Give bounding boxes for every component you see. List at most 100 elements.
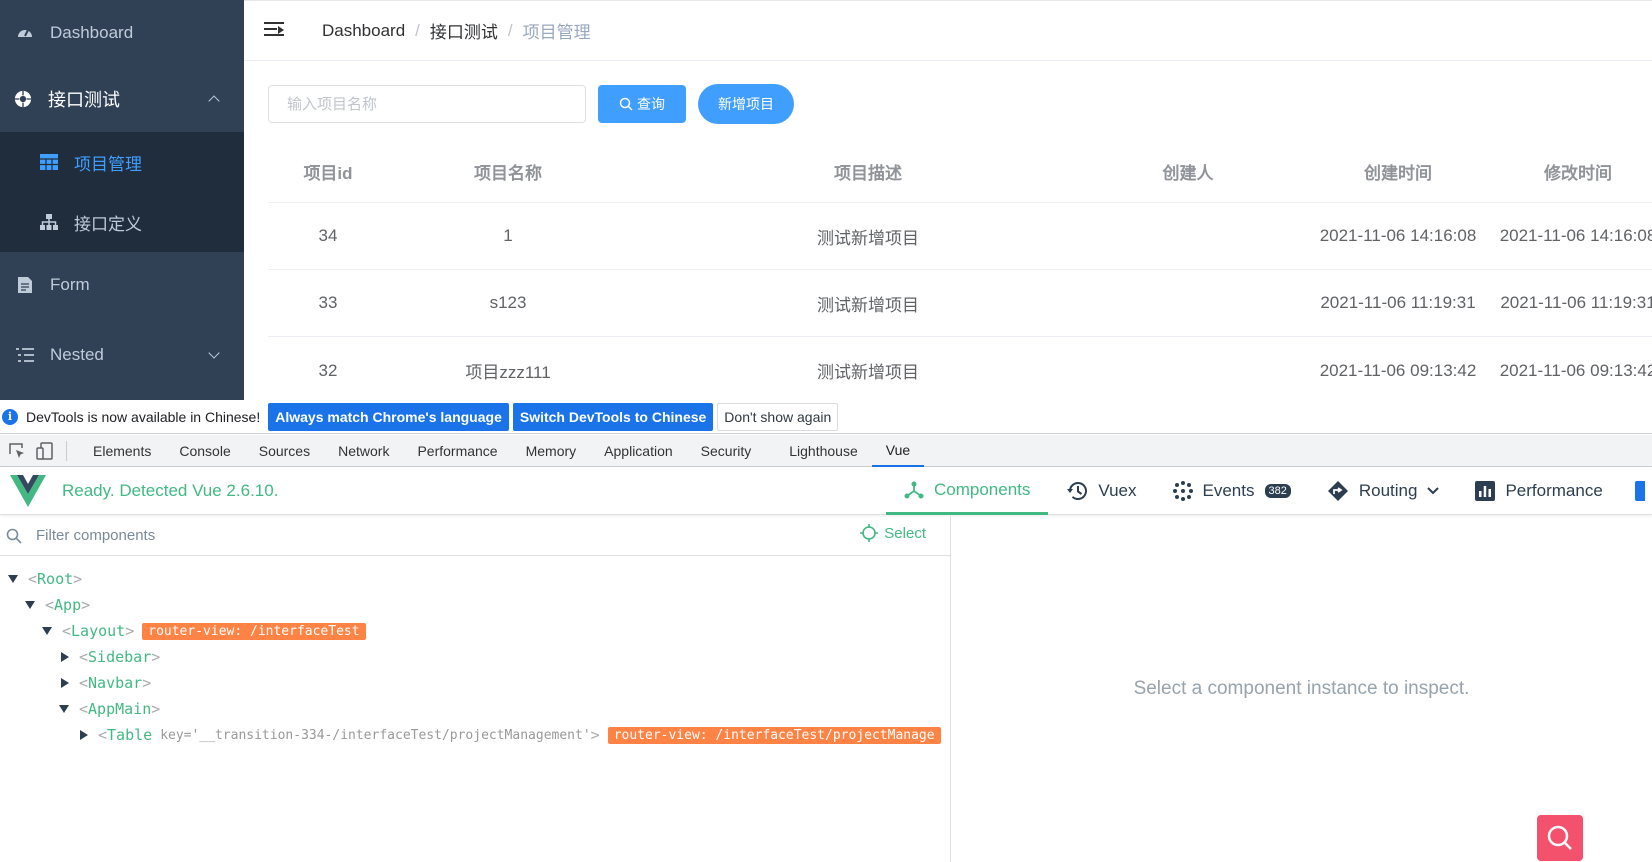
breadcrumb-separator: / (507, 20, 513, 40)
cell-id: 32 (318, 360, 338, 380)
floating-search-button[interactable] (1537, 815, 1583, 861)
vue-tab-performance[interactable]: Performance (1457, 467, 1620, 515)
tree-node-layout[interactable]: < Layout > router-view: /interfaceTest (0, 618, 950, 644)
sidebar-item-project-management[interactable]: 项目管理 (0, 132, 244, 192)
sidebar-item-label: 项目管理 (74, 154, 142, 174)
sidebar-item-interface-test[interactable]: 接口测试 (0, 66, 244, 132)
tree-node-root[interactable]: < Root > (0, 566, 950, 592)
expand-toggle-icon[interactable] (80, 730, 88, 740)
vue-tab-label: Vuex (1098, 481, 1137, 500)
tree-node-navbar[interactable]: < Navbar > (0, 670, 950, 696)
history-icon (1067, 482, 1088, 500)
events-icon (1172, 481, 1193, 501)
settings-icon (1634, 481, 1645, 501)
devtools-language-infobar: i DevTools is now available in Chinese! … (0, 400, 1652, 434)
expand-toggle-icon[interactable] (8, 575, 18, 583)
cell-description: 测试新增项目 (817, 363, 919, 382)
table-row[interactable]: 33 s123 测试新增项目 2021-11-06 11:19:31 2021-… (268, 270, 1652, 337)
project-name-search-input[interactable] (268, 85, 586, 123)
tab-lighthouse[interactable]: Lighthouse (775, 435, 872, 467)
search-icon (1547, 825, 1572, 850)
vue-tab-settings[interactable] (1621, 467, 1645, 515)
expand-toggle-icon[interactable] (25, 601, 35, 609)
tree-node-app[interactable]: < App > (0, 592, 950, 618)
routing-icon (1327, 481, 1348, 501)
expand-toggle-icon[interactable] (42, 627, 52, 635)
hamburger-icon[interactable] (264, 21, 284, 40)
app-window: Dashboard 接口测试 项目管理 接口定义 Form Nested Das… (0, 0, 1652, 400)
filter-bar: Select (0, 516, 950, 556)
vue-tab-routing[interactable]: Routing (1309, 467, 1458, 515)
column-header-created-time: 创建时间 (1364, 164, 1432, 183)
component-tree: < Root > < App > < Layout > router-view: /inte… (0, 566, 950, 748)
select-label: Select (884, 524, 926, 542)
sidebar-item-nested[interactable]: Nested (0, 322, 244, 388)
expand-toggle-icon[interactable] (61, 678, 69, 688)
breadcrumb-item-dashboard[interactable]: Dashboard (322, 21, 405, 41)
component-key-attr: key='__transition-334-/interfaceTest/pro… (160, 727, 591, 743)
search-icon (6, 528, 22, 544)
dont-show-again-button[interactable]: Don't show again (717, 402, 839, 431)
cell-creator (1068, 270, 1308, 336)
tree-structure-icon (40, 213, 58, 231)
navbar: Dashboard / 接口测试 / 项目管理 (244, 1, 1652, 61)
tree-node-appmain[interactable]: < AppMain > (0, 696, 950, 722)
sidebar-item-form[interactable]: Form (0, 252, 244, 318)
tab-vue[interactable]: Vue (871, 435, 925, 467)
crosshair-icon (860, 524, 879, 542)
cell-name: s123 (489, 293, 527, 312)
tab-sources[interactable]: Sources (245, 435, 324, 467)
cell-modified-time: 2021-11-06 09:13:42 (1499, 360, 1652, 380)
add-project-button[interactable]: 新增项目 (698, 84, 794, 124)
table-row[interactable]: 32 项目zzz111 测试新增项目 2021-11-06 09:13:42 2… (268, 337, 1652, 404)
column-header-name: 项目名称 (474, 164, 542, 183)
vue-tab-components[interactable]: Components (886, 467, 1049, 515)
tree-node-table[interactable]: < Table key='__transition-334-/interfaceT… (0, 722, 945, 748)
expand-toggle-icon[interactable] (59, 705, 69, 713)
sidebar-item-dashboard[interactable]: Dashboard (0, 0, 244, 66)
chevron-down-icon (208, 347, 220, 359)
tab-network[interactable]: Network (324, 435, 403, 467)
tab-security[interactable]: Security (687, 435, 766, 467)
breadcrumb-item-interface-test[interactable]: 接口测试 (430, 18, 498, 43)
inspect-element-icon[interactable] (6, 441, 28, 461)
devtools-tabbar: Elements Console Sources Network Perform… (0, 435, 1652, 467)
query-button[interactable]: 查询 (598, 85, 686, 123)
vue-tab-events[interactable]: Events 382 (1155, 467, 1309, 515)
sidebar-item-label: Nested (50, 345, 104, 364)
vue-logo-icon (10, 474, 46, 507)
device-toggle-icon[interactable] (34, 441, 56, 461)
vue-tab-label: Performance (1505, 481, 1603, 500)
sidebar-item-label: 接口定义 (74, 214, 142, 234)
filter-components-input[interactable] (36, 527, 816, 544)
cell-name: 1 (503, 226, 513, 245)
search-toolbar: 查询 新增项目 (268, 84, 794, 124)
inspector-pane: Select a component instance to inspect. (951, 516, 1652, 862)
breadcrumb-item-current: 项目管理 (522, 23, 591, 42)
dashboard-icon (16, 24, 34, 42)
component-name: Navbar (88, 674, 143, 692)
breadcrumb: Dashboard / 接口测试 / 项目管理 (322, 18, 591, 43)
table-header-row: 项目id 项目名称 项目描述 创建人 创建时间 修改时间 (268, 141, 1652, 203)
cell-modified-time: 2021-11-06 14:16:08 (1499, 226, 1652, 245)
component-name: Root (37, 570, 74, 588)
vue-tab-vuex[interactable]: Vuex (1048, 467, 1154, 515)
tab-performance[interactable]: Performance (403, 435, 511, 467)
divider (66, 440, 67, 461)
sidebar-submenu: 项目管理 接口定义 (0, 132, 244, 252)
cell-id: 33 (318, 293, 338, 312)
form-icon (16, 276, 34, 294)
tab-memory[interactable]: Memory (512, 435, 591, 467)
expand-toggle-icon[interactable] (61, 652, 69, 662)
select-component-button[interactable]: Select (860, 524, 926, 542)
tab-console[interactable]: Console (165, 435, 244, 467)
breadcrumb-separator: / (415, 20, 420, 40)
sidebar-item-interface-definition[interactable]: 接口定义 (0, 192, 244, 252)
tree-node-sidebar[interactable]: < Sidebar > (0, 644, 950, 670)
table-row[interactable]: 34 1 测试新增项目 2021-11-06 14:16:08 2021-11-… (268, 203, 1652, 270)
cell-creator (1068, 203, 1308, 269)
tab-application[interactable]: Application (590, 435, 687, 467)
switch-to-chinese-button[interactable]: Switch DevTools to Chinese (512, 402, 714, 431)
always-match-language-button[interactable]: Always match Chrome's language (268, 402, 509, 431)
tab-elements[interactable]: Elements (79, 435, 165, 467)
